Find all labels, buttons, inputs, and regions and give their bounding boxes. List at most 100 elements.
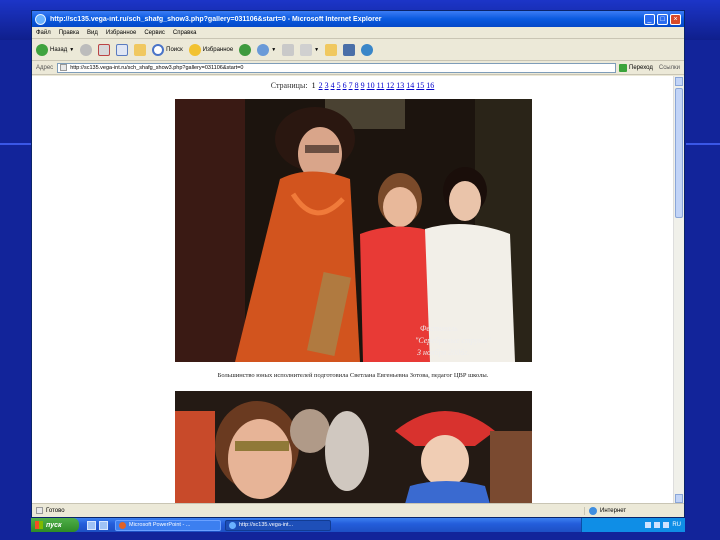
- page-link[interactable]: 12: [386, 81, 394, 90]
- photo-illustration: [175, 391, 532, 504]
- vertical-scrollbar[interactable]: [673, 76, 684, 504]
- photo-watermark: 3 ноября 2006г.: [416, 348, 469, 357]
- print-button[interactable]: ▼: [300, 43, 320, 56]
- menu-favorites[interactable]: Избранное: [106, 30, 136, 36]
- page-link[interactable]: 3: [325, 81, 329, 90]
- go-label: Переход: [629, 64, 653, 71]
- page-link[interactable]: 14: [406, 81, 414, 90]
- links-button[interactable]: Ссылки: [659, 65, 680, 71]
- edit-button[interactable]: [325, 43, 338, 56]
- search-button[interactable]: Поиск: [152, 43, 183, 56]
- language-indicator[interactable]: RU: [672, 522, 681, 528]
- quick-launch: [87, 520, 111, 530]
- minimize-button[interactable]: _: [644, 13, 655, 25]
- page-link[interactable]: 4: [331, 81, 335, 90]
- ie-icon: [35, 13, 46, 25]
- scroll-up-button[interactable]: [675, 77, 683, 86]
- refresh-button[interactable]: [116, 43, 129, 56]
- home-icon: [134, 43, 147, 56]
- menu-tools[interactable]: Сервис: [144, 30, 165, 36]
- tray-icon[interactable]: [654, 522, 661, 528]
- media-icon: [239, 43, 252, 56]
- page-link[interactable]: 8: [355, 81, 359, 90]
- page-link[interactable]: 10: [367, 81, 375, 90]
- page-icon: [60, 64, 68, 71]
- title-bar: http://sc135.vega-int.ru/sch_shafg_show3…: [32, 11, 684, 27]
- pages-label: Страницы:: [270, 81, 308, 90]
- page-link[interactable]: 15: [416, 81, 424, 90]
- current-page: 1: [311, 81, 316, 90]
- print-icon: [300, 43, 313, 56]
- chevron-down-icon: ▼: [271, 46, 277, 53]
- chevron-down-icon: ▼: [314, 46, 320, 53]
- photo-watermark: "Серебряные струны": [415, 336, 491, 345]
- chevron-down-icon: ▼: [69, 46, 75, 53]
- mail-icon: [282, 43, 295, 56]
- tray-icon[interactable]: [645, 522, 652, 528]
- desktop-icon[interactable]: [87, 520, 96, 530]
- status-text: Готово: [46, 507, 65, 514]
- scroll-down-button[interactable]: [675, 494, 683, 503]
- page-link[interactable]: 2: [319, 81, 323, 90]
- go-button[interactable]: Переход: [619, 63, 653, 72]
- page-icon: [36, 507, 43, 514]
- history-icon: [257, 43, 270, 56]
- back-button[interactable]: Назад ▼: [36, 43, 75, 56]
- search-icon: [152, 43, 165, 56]
- mail-button[interactable]: [282, 43, 295, 56]
- gallery-photo[interactable]: Фестиваль "Серебряные струны" 3 ноября 2…: [175, 99, 532, 362]
- messenger-button[interactable]: [361, 43, 374, 56]
- forward-button[interactable]: [80, 43, 93, 56]
- messenger-icon: [361, 43, 374, 56]
- page-link[interactable]: 5: [337, 81, 341, 90]
- start-label: пуск: [46, 521, 62, 529]
- system-tray: RU: [581, 518, 685, 532]
- menu-edit[interactable]: Правка: [59, 30, 79, 36]
- discuss-icon: [343, 43, 356, 56]
- page-link[interactable]: 6: [343, 81, 347, 90]
- maximize-button[interactable]: □: [657, 13, 668, 25]
- ie-icon[interactable]: [99, 520, 108, 530]
- page-link[interactable]: 11: [377, 81, 385, 90]
- media-button[interactable]: [239, 43, 252, 56]
- discuss-button[interactable]: [343, 43, 356, 56]
- desktop-line: [0, 143, 34, 145]
- history-button[interactable]: ▼: [257, 43, 277, 56]
- stop-button[interactable]: [98, 43, 111, 56]
- start-button[interactable]: пуск: [31, 518, 79, 532]
- globe-icon: [589, 506, 597, 515]
- search-label: Поиск: [166, 46, 183, 53]
- security-zone: Интернет: [584, 506, 684, 515]
- menu-help[interactable]: Справка: [173, 30, 197, 36]
- zone-label: Интернет: [600, 507, 627, 514]
- windows-logo-icon: [35, 521, 43, 529]
- menu-file[interactable]: Файл: [36, 30, 51, 36]
- menu-view[interactable]: Вид: [87, 30, 98, 36]
- back-label: Назад: [50, 46, 68, 53]
- favorites-button[interactable]: Избранное: [188, 43, 234, 56]
- address-input[interactable]: http://sc135.vega-int.ru/sch_shafg_show3…: [57, 62, 617, 73]
- forward-arrow-icon: [80, 43, 93, 56]
- photo-caption: Большинство юных исполнителей подготовил…: [217, 372, 489, 379]
- page-link[interactable]: 7: [349, 81, 353, 90]
- gallery-photo[interactable]: [175, 391, 532, 504]
- ie-icon: [229, 521, 236, 529]
- favorites-label: Избранное: [202, 46, 234, 53]
- taskbar: пуск Microsoft PowerPoint - ... http://s…: [31, 518, 685, 532]
- scroll-thumb[interactable]: [675, 88, 683, 218]
- task-label: Microsoft PowerPoint - ...: [129, 522, 191, 528]
- taskbar-item-powerpoint[interactable]: Microsoft PowerPoint - ...: [115, 519, 221, 531]
- refresh-icon: [116, 43, 129, 56]
- browser-window: http://sc135.vega-int.ru/sch_shafg_show3…: [31, 10, 685, 518]
- home-button[interactable]: [134, 43, 147, 56]
- photo-illustration: Фестиваль "Серебряные струны" 3 ноября 2…: [175, 99, 532, 362]
- toolbar: Назад ▼ Поиск Избранное ▼ ▼: [32, 39, 684, 61]
- page-link[interactable]: 13: [396, 81, 404, 90]
- page-content: Страницы: 1 2 3 4 5 6 7 8 9 10 11 12 13 14 15 16: [32, 76, 674, 504]
- taskbar-item-browser[interactable]: http://sc135.vega-int...: [225, 519, 331, 531]
- star-icon: [188, 43, 201, 56]
- page-link[interactable]: 9: [361, 81, 365, 90]
- close-button[interactable]: ×: [670, 13, 681, 25]
- page-link[interactable]: 16: [426, 81, 434, 90]
- tray-icon[interactable]: [663, 522, 670, 528]
